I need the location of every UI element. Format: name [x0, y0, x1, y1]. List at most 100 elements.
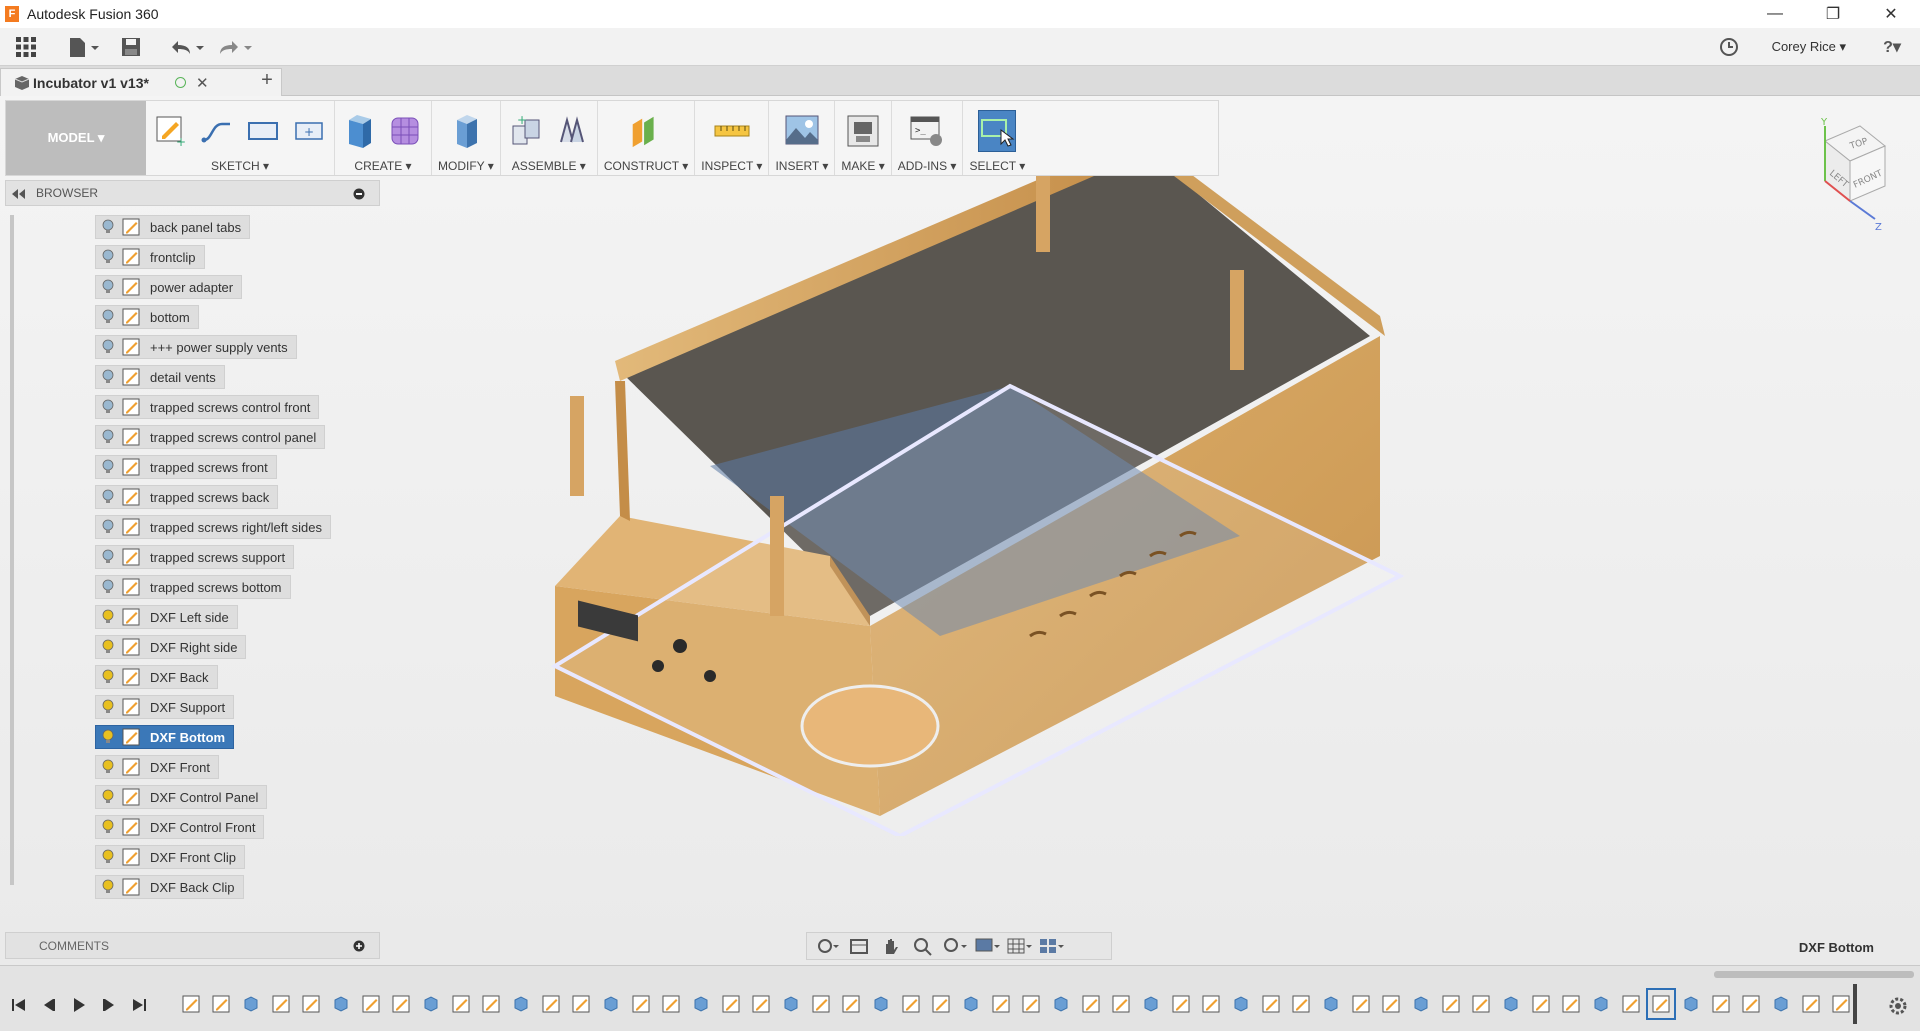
close-window-button[interactable]: ✕	[1862, 0, 1920, 28]
browser-item[interactable]: DXF Right side	[95, 635, 247, 659]
browser-item[interactable]: DXF Front Clip	[95, 845, 245, 869]
timeline-feature-icon[interactable]	[1138, 990, 1164, 1018]
timeline-feature-icon[interactable]	[1228, 990, 1254, 1018]
timeline-feature-icon[interactable]	[778, 990, 804, 1018]
play-icon[interactable]	[68, 991, 90, 1019]
addins-menu[interactable]: ADD-INS ▾	[898, 159, 957, 173]
timeline-feature-icon[interactable]	[1708, 990, 1734, 1018]
timeline-feature-icon[interactable]	[328, 990, 354, 1018]
timeline-feature-icon[interactable]	[688, 990, 714, 1018]
pan-hand-icon[interactable]	[877, 934, 905, 958]
timeline-feature-icon[interactable]	[1528, 990, 1554, 1018]
timeline-feature-icon[interactable]	[1048, 990, 1074, 1018]
visibility-bulb-icon[interactable]	[96, 546, 120, 568]
timeline-feature-icon[interactable]	[1018, 990, 1044, 1018]
timeline-feature-icon[interactable]	[418, 990, 444, 1018]
make-menu[interactable]: MAKE ▾	[841, 159, 884, 173]
view-cube[interactable]: TOP LEFT FRONT Y Z	[1785, 116, 1895, 236]
visibility-bulb-icon[interactable]	[96, 366, 120, 388]
timeline-feature-icon[interactable]	[388, 990, 414, 1018]
browser-item[interactable]: trapped screws control front	[95, 395, 320, 419]
timeline-feature-icon[interactable]	[718, 990, 744, 1018]
joint-icon[interactable]	[553, 110, 591, 152]
timeline-feature-icon[interactable]	[748, 990, 774, 1018]
select-menu[interactable]: SELECT ▾	[969, 159, 1025, 173]
browser-item[interactable]: trapped screws front	[95, 455, 277, 479]
go-to-start-icon[interactable]	[8, 991, 30, 1019]
stop-sketch-icon[interactable]: +	[290, 110, 328, 152]
viewports-icon[interactable]	[1037, 934, 1065, 958]
timeline-feature-icon[interactable]	[1348, 990, 1374, 1018]
visibility-bulb-icon[interactable]	[96, 696, 120, 718]
visibility-bulb-icon[interactable]	[96, 456, 120, 478]
data-panel-grid-icon[interactable]	[12, 32, 40, 62]
timeline-feature-icon[interactable]	[1258, 990, 1284, 1018]
timeline-feature-icon[interactable]	[1318, 990, 1344, 1018]
timeline-feature-icon[interactable]	[838, 990, 864, 1018]
timeline-feature-icon[interactable]	[1618, 990, 1644, 1018]
timeline-feature-icon[interactable]	[1798, 990, 1824, 1018]
insert-menu[interactable]: INSERT ▾	[775, 159, 828, 173]
visibility-bulb-icon[interactable]	[96, 246, 120, 268]
browser-item[interactable]: DXF Control Panel	[95, 785, 268, 809]
press-pull-icon[interactable]	[447, 110, 485, 152]
timeline-feature-icon[interactable]	[628, 990, 654, 1018]
timeline-feature-icon[interactable]	[1646, 988, 1676, 1020]
timeline-feature-icon[interactable]	[178, 990, 204, 1018]
timeline-feature-icon[interactable]	[808, 990, 834, 1018]
browser-item[interactable]: DXF Control Front	[95, 815, 265, 839]
visibility-bulb-icon[interactable]	[96, 486, 120, 508]
offset-plane-icon[interactable]	[627, 110, 665, 152]
close-tab-button[interactable]: ✕	[196, 74, 209, 92]
inspect-menu[interactable]: INSPECT ▾	[701, 159, 762, 173]
step-forward-icon[interactable]	[98, 991, 120, 1019]
visibility-bulb-icon[interactable]	[96, 426, 120, 448]
visibility-bulb-icon[interactable]	[96, 636, 120, 658]
create-menu[interactable]: CREATE ▾	[354, 159, 411, 173]
display-settings-icon[interactable]	[973, 934, 1001, 958]
visibility-bulb-icon[interactable]	[96, 816, 120, 838]
timeline-feature-icon[interactable]	[358, 990, 384, 1018]
timeline-feature-icon[interactable]	[448, 990, 474, 1018]
timeline-feature-icon[interactable]	[1738, 990, 1764, 1018]
visibility-bulb-icon[interactable]	[96, 846, 120, 868]
scripts-addins-icon[interactable]: >_	[908, 110, 946, 152]
document-tab[interactable]: Incubator v1 v13* ✕	[0, 68, 282, 96]
timeline-feature-icon[interactable]	[298, 990, 324, 1018]
insert-canvas-icon[interactable]	[783, 110, 821, 152]
timeline-feature-icon[interactable]	[1468, 990, 1494, 1018]
timeline-feature-icon[interactable]	[1288, 990, 1314, 1018]
timeline-feature-icon[interactable]	[1498, 990, 1524, 1018]
construct-menu[interactable]: CONSTRUCT ▾	[604, 159, 688, 173]
collapse-browser-icon[interactable]	[12, 189, 26, 199]
line-tool-icon[interactable]	[198, 110, 236, 152]
comments-panel[interactable]: COMMENTS	[5, 932, 380, 959]
timeline-feature-icon[interactable]	[898, 990, 924, 1018]
browser-item[interactable]: detail vents	[95, 365, 225, 389]
timeline-feature-icon[interactable]	[1768, 990, 1794, 1018]
visibility-bulb-icon[interactable]	[96, 516, 120, 538]
visibility-bulb-icon[interactable]	[96, 606, 120, 628]
browser-item[interactable]: DXF Support	[95, 695, 235, 719]
browser-item[interactable]: trapped screws back	[95, 485, 279, 509]
timeline-feature-icon[interactable]	[988, 990, 1014, 1018]
browser-item[interactable]: DXF Front	[95, 755, 219, 779]
sketch-menu[interactable]: SKETCH ▾	[211, 159, 269, 173]
visibility-bulb-icon[interactable]	[96, 756, 120, 778]
timeline-feature-icon[interactable]	[928, 990, 954, 1018]
orbit-icon[interactable]	[813, 934, 841, 958]
browser-item[interactable]: bottom	[95, 305, 199, 329]
browser-item[interactable]: +++ power supply vents	[95, 335, 297, 359]
timeline-feature-icon[interactable]	[658, 990, 684, 1018]
zoom-window-icon[interactable]	[941, 934, 969, 958]
visibility-bulb-icon[interactable]	[96, 396, 120, 418]
canvas-viewport[interactable]: MODEL ▾ + + SKETCH ▾ CREATE ▾ MODIFY ▾ +…	[0, 96, 1920, 965]
visibility-bulb-icon[interactable]	[96, 276, 120, 298]
timeline-feature-icon[interactable]	[568, 990, 594, 1018]
undo-icon[interactable]	[166, 32, 206, 62]
browser-item[interactable]: trapped screws bottom	[95, 575, 291, 599]
timeline-feature-icon[interactable]	[1588, 990, 1614, 1018]
timeline-scrollbar[interactable]	[1714, 971, 1914, 978]
browser-item[interactable]: DXF Left side	[95, 605, 238, 629]
rectangle-tool-icon[interactable]	[244, 110, 282, 152]
